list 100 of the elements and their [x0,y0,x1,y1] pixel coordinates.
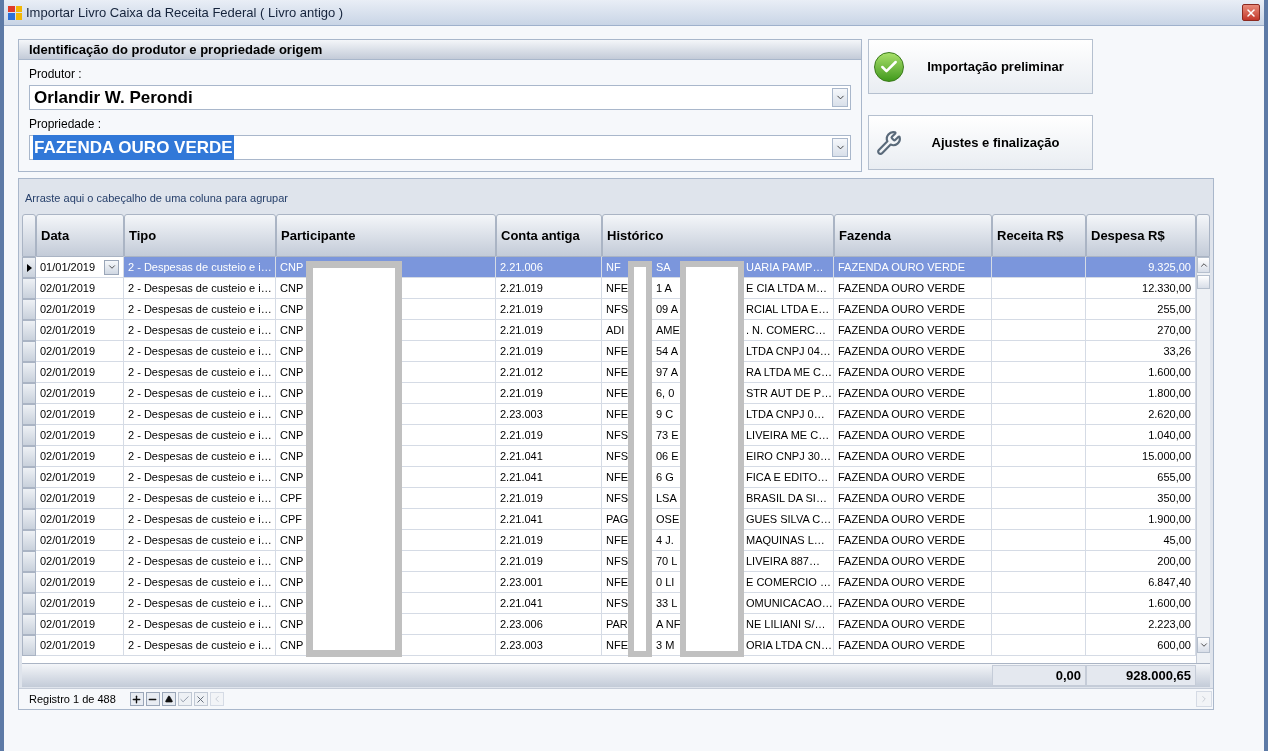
table-cell: 02/01/2019 [36,446,124,467]
table-cell-text: E COMERCIO … [746,574,831,590]
table-cell-text: PAG [606,511,629,527]
table-cell: 02/01/2019 [36,320,124,341]
table-cell-text: 4 J. [656,532,674,548]
table-cell-text: LIVEIRA ME C… [746,427,830,443]
vertical-scrollbar[interactable] [1196,257,1210,663]
table-cell: 02/01/2019 [36,572,124,593]
table-cell: 02/01/2019 [36,467,124,488]
table-cell-text: UARIA PAMP… [746,259,824,275]
table-cell-text: 97 A [656,364,679,380]
table-cell-text: 54 A [656,343,679,359]
dropdown-icon[interactable] [832,138,848,157]
table-cell-text: NFE [606,385,628,401]
column-header[interactable]: Tipo [124,214,276,257]
table-cell-text: 33 L [656,595,678,611]
table-cell-text: E CIA LTDA M… [746,280,828,296]
combo-field[interactable]: FAZENDA OURO VERDE [29,135,851,160]
table-cell-text: RA LTDA ME C… [746,364,832,380]
table-cell-text: NFE [606,364,628,380]
table-cell-text: OMUNICACAO… [746,595,833,611]
column-header[interactable]: Conta antiga [496,214,602,257]
table-cell-text: NFS [606,595,628,611]
table-cell-text: FICA E EDITO… [746,469,829,485]
table-cell-text: AME [656,322,680,338]
check-icon [874,51,904,82]
scroll-thumb[interactable] [1197,275,1210,289]
scroll-up-icon[interactable] [1197,257,1210,273]
table-cell-text: ORIA LTDA CN… [746,637,832,653]
table-cell-text: MAQUINAS L… [746,532,825,548]
dropdown-icon[interactable] [104,259,119,275]
table-cell-text: SA [656,259,671,275]
table-cell-text: NFS [606,427,628,443]
table-cell-text: NF [606,259,621,275]
table-cell-text: NFE [606,637,628,653]
table-cell-text: 06 E [656,448,679,464]
table-cell-text: STR AUT DE P… [746,385,832,401]
record-counter: Registro 1 de 488 [29,691,116,707]
table-cell-text: GUES SILVA C… [746,511,832,527]
table-cell: 01/01/2019 [36,257,124,278]
column-header[interactable]: Fazenda [834,214,992,257]
table-cell: 02/01/2019 [36,593,124,614]
table-cell: 02/01/2019 [36,614,124,635]
table-cell-text: NFE [606,280,628,296]
table-cell-text: 09 A [656,301,679,317]
group-title: Identificação do produtor e propriedade origem [19,40,861,60]
table-cell-text: . N. COMERC… [746,322,827,338]
table-cell-text: OSE [656,511,680,527]
table-cell-text: LIVEIRA 887… [746,553,820,569]
combo-field[interactable]: Orlandir W. Perondi [29,85,851,110]
dropdown-icon[interactable] [832,88,848,107]
table-cell: 02/01/2019 [36,362,124,383]
table-cell-text: NFS [606,490,628,506]
table-cell: 2.23.003 [496,635,602,656]
table-cell-text: 9 C [656,406,674,422]
table-cell-text: 6 G [656,469,674,485]
table-cell-text: LSA [656,490,677,506]
table-cell-text: A NF [656,616,681,632]
table-cell-text: LTDA CNPJ 04… [746,343,831,359]
table-cell: 02/01/2019 [36,404,124,425]
table-cell: 02/01/2019 [36,383,124,404]
app-icon [8,5,22,20]
table-cell: 02/01/2019 [36,509,124,530]
row-indicator[interactable] [22,257,36,278]
table-cell: 02/01/2019 [36,299,124,320]
total-cell: 928.000,65 [1086,665,1196,686]
table-cell: 2 - Despesas de custeio e i… [124,635,276,656]
table-cell-text: NFE [606,469,628,485]
table-cell-text: 1 A [656,280,672,296]
scroll-down-icon[interactable] [1197,637,1210,653]
table-cell-text: 3 M [656,637,675,653]
table-cell-text: 70 L [656,553,678,569]
table-cell: 02/01/2019 [36,530,124,551]
header-corner [22,214,36,257]
table-cell: 02/01/2019 [36,425,124,446]
table-cell-text: 0 LI [656,574,675,590]
table-cell-text: NFS [606,301,628,317]
table-cell-text: NE LILIANI S/… [746,616,826,632]
table-cell-text: 73 E [656,427,679,443]
table-cell-text: EIRO CNPJ 30… [746,448,831,464]
table-cell-text: PAR [606,616,628,632]
column-header[interactable]: Receita R$ [992,214,1086,257]
column-header[interactable]: Despesa R$ [1086,214,1196,257]
table-cell-text: 6, 0 [656,385,675,401]
column-header[interactable]: Histórico [602,214,834,257]
table-cell: FAZENDA OURO VERDE [834,635,992,656]
column-header[interactable]: Data [36,214,124,257]
field-label: Propriedade : [29,116,103,133]
table-cell-text: NFS [606,448,628,464]
table-cell: 02/01/2019 [36,488,124,509]
action-button[interactable]: Ajustes e finalização [868,115,1093,170]
group-hint: Arraste aqui o cabeçalho de uma coluna para agrupar [25,191,288,207]
column-header[interactable]: Participante [276,214,496,257]
table-cell: 02/01/2019 [36,551,124,572]
action-button[interactable]: Importação preliminar [868,39,1093,94]
field-label: Produtor : [29,66,83,83]
table-cell: 02/01/2019 [36,278,124,299]
table-cell: 02/01/2019 [36,341,124,362]
header-corner [1196,214,1210,257]
table-cell-text: NFE [606,406,628,422]
